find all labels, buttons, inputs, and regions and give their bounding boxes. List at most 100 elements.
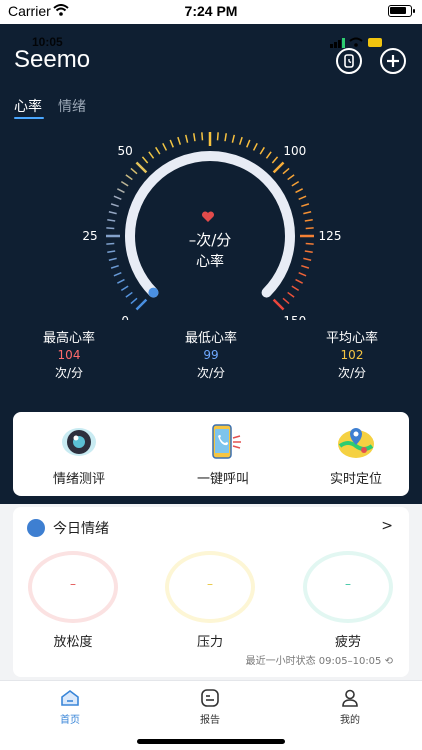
phone-call-icon — [212, 424, 241, 459]
stat-avg-label: 平均心率 — [325, 331, 378, 346]
gauge-tick — [282, 167, 290, 175]
gauge-tick — [246, 139, 251, 148]
stat-max-value: 104 — [57, 348, 81, 362]
gauge-tick — [116, 278, 125, 284]
last-hour-status-text: 最近一小时状态 09:05–10:05 — [245, 656, 382, 667]
gauge-tick — [113, 272, 122, 277]
tab-report-label: 报告 — [200, 715, 220, 726]
gauge-tick — [295, 188, 304, 194]
watch-button[interactable] — [336, 48, 362, 74]
gauge-tick — [291, 181, 300, 187]
gauge-arc — [125, 151, 295, 298]
realtime-location-label: 实时定位 — [329, 472, 382, 487]
one-key-call-button[interactable]: 一键呼叫 — [173, 424, 273, 487]
stat-max: 最高心率 104 次/分 — [14, 327, 124, 381]
gauge-tick — [162, 142, 168, 151]
relaxation-label: 放松度 — [53, 635, 93, 650]
gauge-tick-label: 50 — [118, 144, 133, 158]
tab-me[interactable]: 我的 — [320, 688, 380, 726]
stat-max-label: 最高心率 — [42, 331, 95, 346]
embedded-status-icons — [330, 37, 382, 48]
gauge-tick — [192, 133, 196, 142]
realtime-location-button[interactable]: 实时定位 — [306, 424, 406, 487]
gauge-tick — [291, 285, 300, 291]
gauge-tick — [141, 156, 149, 164]
gauge-tick-label: 150 — [283, 314, 306, 320]
stress-ring: – 压力 — [165, 551, 255, 650]
gauge-tick — [125, 174, 133, 181]
gauge-tick-label: 100 — [283, 144, 306, 158]
gauge-tick — [259, 146, 265, 155]
stat-max-unit: 次/分 — [54, 366, 84, 380]
user-icon — [342, 689, 358, 707]
gauge-tick — [177, 136, 182, 145]
gauge-tick — [298, 272, 307, 277]
fatigue-value: – — [345, 577, 351, 591]
refresh-icon[interactable]: ⟲ — [385, 656, 393, 667]
fatigue-ring: – 疲劳 — [303, 551, 393, 650]
gauge-tick — [169, 139, 174, 148]
gauge-tick — [295, 278, 304, 284]
gauge-tick — [287, 174, 295, 181]
heart-icon — [201, 211, 215, 222]
stat-avg: 平均心率 102 次/分 — [297, 327, 407, 381]
watch-icon — [344, 54, 354, 68]
fatigue-label: 疲劳 — [334, 635, 361, 650]
tab-home[interactable]: 首页 — [40, 688, 100, 726]
gauge-tick — [113, 195, 122, 200]
eye-icon — [62, 428, 96, 456]
gauge-tick — [216, 132, 219, 141]
stat-avg-unit: 次/分 — [337, 366, 367, 380]
today-mood-title: 今日情绪 — [53, 521, 109, 537]
gauge-start-dot — [148, 287, 159, 298]
gauge-tick — [125, 291, 133, 298]
gauge-tick — [304, 218, 313, 222]
gauge-major-tick — [272, 161, 285, 174]
gauge-tick — [116, 188, 125, 194]
stat-min-label: 最低心率 — [184, 331, 237, 346]
gauge-tick — [108, 210, 117, 215]
tab-report[interactable]: 报告 — [180, 688, 240, 726]
plus-icon — [387, 55, 399, 67]
app-title: Seemo — [14, 46, 91, 73]
active-tab-indicator — [14, 117, 44, 119]
chevron-right-icon[interactable]: > — [381, 518, 393, 534]
gauge-tick — [287, 291, 295, 298]
gauge-tick — [155, 146, 161, 155]
add-button[interactable] — [380, 48, 406, 74]
emotion-assessment-button[interactable]: 情绪测评 — [29, 424, 129, 487]
relaxation-ring: – 放松度 — [28, 551, 118, 650]
tab-mood[interactable]: 情绪 — [58, 96, 86, 116]
relaxation-value: – — [70, 577, 76, 591]
heart-rate-label: 心率 — [196, 254, 224, 270]
gauge-major-tick — [135, 161, 148, 174]
gauge-tick — [252, 142, 258, 151]
gauge-tick — [271, 156, 279, 164]
gauge-tick — [110, 203, 119, 208]
gauge-tick-label: 0 — [121, 314, 129, 320]
gauge-tick — [231, 134, 236, 143]
gauge-tick — [184, 134, 189, 143]
gauge-tick — [107, 218, 116, 222]
gauge-tick — [120, 285, 129, 291]
stat-min-value: 99 — [203, 348, 219, 362]
battery-icon — [388, 5, 415, 17]
stat-min: 最低心率 99 次/分 — [156, 327, 266, 381]
heart-rate-gauge: 0255075100125150 — [82, 132, 341, 320]
tab-home-label: 首页 — [60, 715, 80, 726]
tab-heart-rate[interactable]: 心率 — [14, 96, 42, 116]
tab-me-label: 我的 — [340, 715, 360, 726]
stat-avg-value: 102 — [340, 348, 364, 362]
gauge-tick — [130, 297, 138, 305]
gauge-tick — [130, 167, 138, 175]
gauge-tick — [120, 181, 129, 187]
status-time: 7:24 PM — [184, 3, 238, 19]
home-indicator — [137, 739, 285, 744]
stress-label: 压力 — [196, 635, 223, 650]
today-mood-card[interactable]: 今日情绪 > – 放松度 – 压力 – 疲劳 最近一小时状态 09:05–10:… — [13, 507, 409, 677]
last-hour-status: 最近一小时状态 09:05–10:05 ⟲ — [246, 652, 393, 667]
gauge-tick — [298, 195, 307, 200]
gauge-tick — [238, 136, 243, 145]
gauge-tick — [282, 297, 290, 305]
shortcut-card: 情绪测评 一键呼叫 实时定位 — [13, 412, 409, 496]
